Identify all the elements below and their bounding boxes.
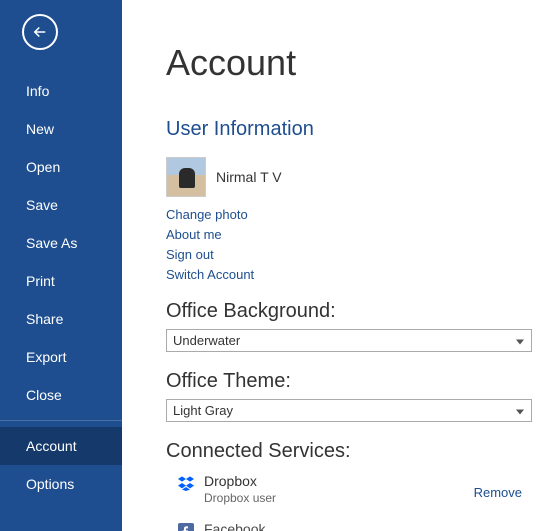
connected-services-heading: Connected Services: [166, 440, 542, 463]
sign-out-link[interactable]: Sign out [166, 247, 542, 262]
user-row: Nirmal T V [166, 157, 542, 197]
back-button[interactable] [22, 14, 58, 50]
change-photo-link[interactable]: Change photo [166, 207, 542, 222]
office-background-label: Office Background: [166, 300, 542, 323]
sidebar-item-close[interactable]: Close [0, 376, 122, 414]
sidebar-item-save-as[interactable]: Save As [0, 224, 122, 262]
sidebar-item-account[interactable]: Account [0, 427, 122, 465]
office-theme-select-wrap: Light Gray [166, 399, 532, 422]
service-row-dropbox: Dropbox Dropbox user Remove [166, 473, 542, 505]
user-links: Change photo About me Sign out Switch Ac… [166, 207, 542, 282]
user-avatar [166, 157, 206, 197]
user-name: Nirmal T V [216, 169, 282, 185]
remove-service-link[interactable]: Remove [474, 485, 522, 500]
service-name: Facebook [204, 521, 265, 531]
sidebar-item-options[interactable]: Options [0, 465, 122, 503]
office-background-select[interactable]: Underwater [166, 329, 532, 352]
about-me-link[interactable]: About me [166, 227, 542, 242]
user-info-heading: User Information [166, 118, 542, 141]
service-text: Facebook [204, 521, 265, 531]
sidebar-divider [0, 420, 122, 421]
switch-account-link[interactable]: Switch Account [166, 267, 542, 282]
service-text: Dropbox Dropbox user [204, 473, 276, 505]
facebook-icon [178, 523, 194, 531]
page-title: Account [166, 42, 542, 84]
sidebar-item-info[interactable]: Info [0, 72, 122, 110]
service-name: Dropbox [204, 473, 276, 489]
office-theme-label: Office Theme: [166, 370, 542, 393]
sidebar-item-share[interactable]: Share [0, 300, 122, 338]
main-content: Account User Information Nirmal T V Chan… [122, 0, 542, 531]
office-background-select-wrap: Underwater [166, 329, 532, 352]
sidebar-item-new[interactable]: New [0, 110, 122, 148]
sidebar-item-save[interactable]: Save [0, 186, 122, 224]
back-arrow-icon [31, 23, 49, 41]
service-subtitle: Dropbox user [204, 491, 276, 505]
service-row-facebook: Facebook [166, 521, 542, 531]
backstage-sidebar: Info New Open Save Save As Print Share E… [0, 0, 122, 531]
sidebar-item-open[interactable]: Open [0, 148, 122, 186]
office-theme-select[interactable]: Light Gray [166, 399, 532, 422]
dropbox-icon [178, 475, 194, 491]
sidebar-item-print[interactable]: Print [0, 262, 122, 300]
sidebar-item-export[interactable]: Export [0, 338, 122, 376]
